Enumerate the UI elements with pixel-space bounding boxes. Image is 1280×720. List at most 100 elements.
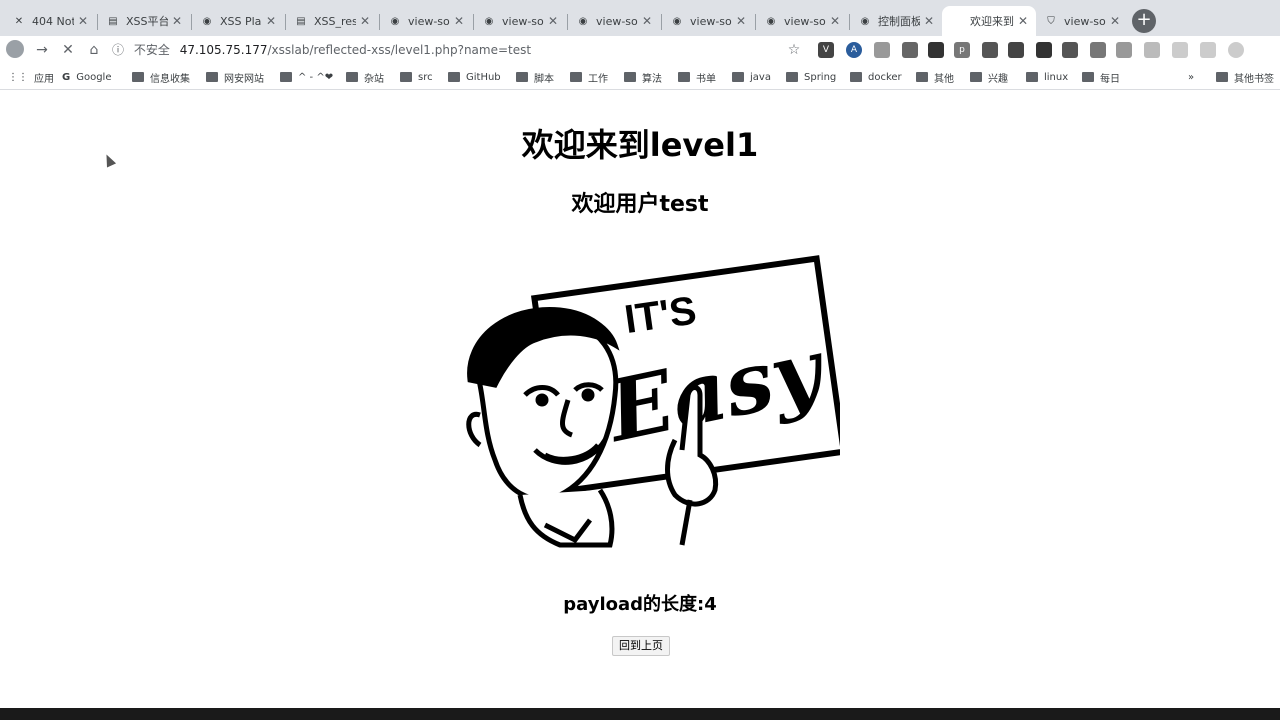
tab-close-icon[interactable]: ✕ [1110,14,1120,28]
tab-title: XSS_res [314,14,356,28]
tab-close-icon[interactable]: ✕ [172,14,182,28]
bookmark-label: 应用 [34,73,54,85]
tab-title: view-so [784,14,826,28]
tab-6[interactable]: ◉ view-so ✕ [568,6,660,36]
bookmark-google[interactable]: G Google [62,68,111,86]
extension-icon[interactable] [1008,42,1024,58]
folder-icon [206,72,218,82]
url-path: /xsslab/reflected-xss/level1.php?name=te… [267,43,532,57]
tab-strip: ✕ 404 Not ✕ ▤ XSS平台 ✕ ◉ XSS Pla ✕ ▤ XSS_… [0,0,1280,36]
bookmark-label: 每日 [1100,73,1120,85]
stop-loading-icon[interactable]: ✕ [58,40,78,60]
profile-avatar-icon[interactable] [6,40,24,58]
tab-11[interactable]: ⛉ view-so ✕ [1036,6,1128,36]
tab-2[interactable]: ◉ XSS Pla ✕ [192,6,284,36]
extension-icon[interactable] [874,42,890,58]
new-tab-button[interactable]: + [1132,9,1156,33]
bookmark-folder[interactable]: 书单 [678,68,716,86]
info-icon: ⓘ [112,43,125,57]
tab-3[interactable]: ▤ XSS_res ✕ [286,6,378,36]
bookmark-folder[interactable]: Spring [786,68,836,86]
extension-icon[interactable] [928,42,944,58]
bookmark-folder[interactable]: 脚本 [516,68,554,86]
bookmark-apps[interactable]: ⋮⋮ 应用 [8,68,54,86]
tab-8[interactable]: ◉ view-so ✕ [756,6,848,36]
home-icon[interactable]: ⌂ [84,40,104,60]
bookmark-folder[interactable]: 兴趣 [970,68,1008,86]
bookmark-label: 信息收集 [150,73,190,85]
extension-icon[interactable] [902,42,918,58]
tab-close-icon[interactable]: ✕ [1018,14,1028,28]
bookmark-folder[interactable]: 网安网站 [206,68,264,86]
tab-title: view-so [1064,14,1106,28]
bookmark-label: 网安网站 [224,73,264,85]
bookmark-folder[interactable]: docker [850,68,902,86]
tab-close-icon[interactable]: ✕ [78,14,88,28]
bookmark-folder[interactable]: ^ - ^❤ [280,68,333,86]
bookmark-label: Spring [804,71,837,83]
address-bar[interactable]: ⓘ 不安全 47.105.75.177/xsslab/reflected-xss… [112,39,802,61]
bookmark-folder[interactable]: GitHub [448,68,501,86]
tab-close-icon[interactable]: ✕ [642,14,652,28]
bookmark-folder[interactable]: java [732,68,771,86]
tab-1[interactable]: ▤ XSS平台 ✕ [98,6,190,36]
bookmark-folder[interactable]: linux [1026,68,1068,86]
bookmark-label: Google [76,71,112,83]
folder-icon [916,72,928,82]
extension-php-icon[interactable]: p [954,42,970,58]
tab-title: 欢迎来到 [970,15,1014,28]
extension-icon[interactable] [1116,42,1132,58]
globe-icon: ◉ [766,15,776,27]
extension-icon[interactable] [1172,42,1188,58]
globe-icon: ◉ [390,15,400,27]
tab-close-icon[interactable]: ✕ [360,14,370,28]
forward-arrow-icon[interactable]: → [32,40,52,60]
cloud-icon[interactable] [1062,42,1078,58]
security-warning: 不安全 [133,43,170,57]
tab-4[interactable]: ◉ view-so ✕ [380,6,472,36]
go-back-button[interactable]: 回到上页 [612,636,670,656]
extension-icon[interactable] [1200,42,1216,58]
tab-close-icon[interactable]: ✕ [924,14,934,28]
folder-icon [1216,72,1228,82]
tab-close-icon[interactable]: ✕ [830,14,840,28]
folder-icon [280,72,292,82]
page-icon: ▤ [296,15,306,27]
bookmark-star-icon[interactable]: ☆ [784,40,804,60]
bookmark-folder[interactable]: 其他 [916,68,954,86]
tab-close-icon[interactable]: ✕ [454,14,464,28]
bookmark-folder[interactable]: 工作 [570,68,608,86]
extension-v-icon[interactable]: V [818,42,834,58]
extension-icon[interactable] [1144,42,1160,58]
tab-5[interactable]: ◉ view-so ✕ [474,6,566,36]
page-icon [950,14,964,28]
folder-icon [516,72,528,82]
tab-0[interactable]: ✕ 404 Not ✕ [4,6,96,36]
tab-10-active[interactable]: 欢迎来到 ✕ [942,6,1036,36]
bookmark-folder[interactable]: src [400,68,433,86]
bookmarks-overflow-button[interactable]: » [1188,68,1194,86]
profile-icon[interactable] [1228,42,1244,58]
tab-title: XSS平台 [126,15,168,28]
tab-title: 控制面板 [878,15,920,28]
extension-icon[interactable] [1090,42,1106,58]
extension-icon[interactable] [1036,42,1052,58]
tab-close-icon[interactable]: ✕ [736,14,746,28]
bookmark-folder[interactable]: 算法 [624,68,662,86]
bookmark-folder[interactable]: 每日 [1082,68,1120,86]
tab-close-icon[interactable]: ✕ [548,14,558,28]
google-icon: G [62,71,71,83]
folder-icon [448,72,460,82]
folder-icon [786,72,798,82]
tab-7[interactable]: ◉ view-so ✕ [662,6,754,36]
folder-icon [1026,72,1038,82]
tab-close-icon[interactable]: ✕ [266,14,276,28]
tab-9[interactable]: ◉ 控制面板 ✕ [850,6,942,36]
extension-icon[interactable] [982,42,998,58]
shield-icon: ⛉ [1047,15,1055,27]
bookmark-folder[interactable]: 信息收集 [132,68,190,86]
extension-abp-icon[interactable]: A [846,42,862,58]
bookmark-other[interactable]: 其他书签 [1216,68,1274,86]
bookmark-label: 算法 [642,73,662,85]
bookmark-folder[interactable]: 杂站 [346,68,384,86]
